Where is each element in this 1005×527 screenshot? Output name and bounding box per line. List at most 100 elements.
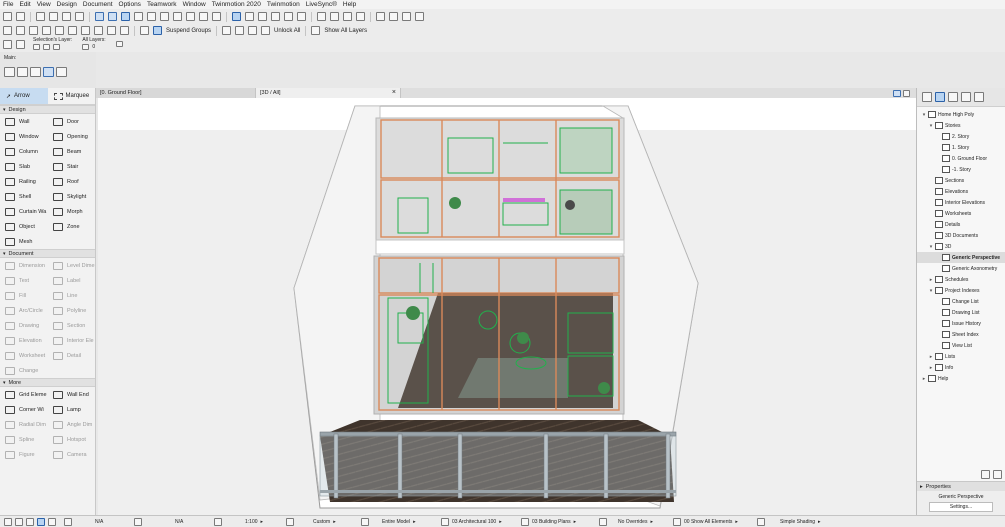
rotated-select-icon[interactable]	[30, 67, 41, 77]
tree-item[interactable]: 3D Documents	[917, 230, 1005, 241]
menu-teamwork[interactable]: Teamwork	[147, 1, 177, 8]
tool-polyline[interactable]: Polyline	[48, 303, 95, 318]
eraser-icon[interactable]	[186, 12, 195, 21]
tool-door[interactable]: Door	[48, 114, 95, 129]
tool-roof[interactable]: Roof	[48, 174, 95, 189]
lock-icon[interactable]	[199, 12, 208, 21]
tree-item[interactable]: 0. Ground Floor	[917, 153, 1005, 164]
tree-item[interactable]: -1. Story	[917, 164, 1005, 175]
tool-line[interactable]: Line	[48, 288, 95, 303]
tool-slab[interactable]: Slab	[0, 159, 48, 174]
tree-item[interactable]: ▸ Lists	[917, 351, 1005, 362]
tree-item[interactable]: Sections	[917, 175, 1005, 186]
tool-mesh[interactable]: Mesh	[0, 234, 48, 249]
ungroup-icon[interactable]	[68, 26, 77, 35]
tool-fill[interactable]: Fill	[0, 288, 48, 303]
tool-corner-wi[interactable]: Corner Wi	[0, 402, 48, 417]
fillet-icon[interactable]	[356, 12, 365, 21]
menu-options[interactable]: Options	[119, 1, 141, 8]
suspend-groups-button[interactable]: Suspend Groups	[166, 28, 211, 34]
tool-zone[interactable]: Zone	[48, 219, 95, 234]
menu-livesync[interactable]: LiveSync®	[306, 1, 337, 8]
show-all-layers-button[interactable]: Show All Layers	[324, 28, 367, 34]
tree-item[interactable]: View List	[917, 340, 1005, 351]
align-icon[interactable]	[29, 26, 38, 35]
tool-wall-end[interactable]: Wall End	[48, 387, 95, 402]
twinmotion-icon[interactable]	[402, 12, 411, 21]
grid-snap-icon[interactable]	[147, 12, 156, 21]
tool-drawing[interactable]: Drawing	[0, 318, 48, 333]
group-select-icon[interactable]	[140, 26, 149, 35]
tool-shell[interactable]: Shell	[0, 189, 48, 204]
tool-railing[interactable]: Railing	[0, 174, 48, 189]
tree-item[interactable]: 2. Story	[917, 131, 1005, 142]
tool-skylight[interactable]: Skylight	[48, 189, 95, 204]
save-icon[interactable]	[62, 12, 71, 21]
renovation-dropdown[interactable]: 00 Show All Elements ▸	[669, 516, 753, 527]
section-icon[interactable]	[245, 12, 254, 21]
send-backward-icon[interactable]	[16, 26, 25, 35]
menu-design[interactable]: Design	[57, 1, 77, 8]
group-icon[interactable]	[55, 26, 64, 35]
tool-label[interactable]: Label	[48, 273, 95, 288]
chevron-down-icon[interactable]: ▾	[928, 123, 934, 129]
distribute-icon[interactable]	[42, 26, 51, 35]
tree-item[interactable]: Drawing List	[917, 307, 1005, 318]
tree-item[interactable]: Issue History	[917, 318, 1005, 329]
tool-worksheet[interactable]: Worksheet	[0, 348, 48, 363]
tree-item[interactable]: Change List	[917, 296, 1005, 307]
tool-text[interactable]: Text	[0, 273, 48, 288]
menu-twinmotion-2020[interactable]: Twinmotion 2020	[212, 1, 261, 8]
tool-spline[interactable]: Spline	[0, 432, 48, 447]
overrides-dropdown[interactable]: No Overrides ▸	[595, 516, 669, 527]
menu-view[interactable]: View	[37, 1, 51, 8]
selection-method-icon[interactable]	[4, 67, 15, 77]
chevron-right-icon[interactable]: ▸	[928, 365, 934, 371]
menu-window[interactable]: Window	[183, 1, 206, 8]
3d-viewport[interactable]	[98, 98, 916, 515]
status-na-1[interactable]: N/A	[60, 516, 130, 527]
tool-beam[interactable]: Beam	[48, 144, 95, 159]
send-receive-icon[interactable]	[389, 12, 398, 21]
chevron-right-icon[interactable]: ▸	[921, 376, 927, 382]
tree-item[interactable]: ▾ Home High Poly	[917, 109, 1005, 120]
tool-change[interactable]: Change	[0, 363, 48, 378]
intersect-icon[interactable]	[343, 12, 352, 21]
all-layers-eye-icon[interactable]	[82, 44, 90, 50]
open-icon[interactable]	[49, 12, 58, 21]
tool-section[interactable]: Section	[48, 318, 95, 333]
snap-icon[interactable]	[134, 12, 143, 21]
arrow-tool[interactable]: ➚ Arrow	[0, 88, 48, 104]
tree-item[interactable]: Generic Axonometry	[917, 263, 1005, 274]
partial-select-icon[interactable]	[43, 67, 54, 77]
3d-window-icon[interactable]	[232, 12, 241, 21]
menu-help[interactable]: Help	[343, 1, 356, 8]
arrow-options-icon[interactable]	[56, 67, 67, 77]
tree-item[interactable]: ▸ Info	[917, 362, 1005, 373]
design-section-header[interactable]: ▾ Design	[0, 105, 95, 114]
layer-icon[interactable]	[212, 12, 221, 21]
layer-color-icon[interactable]	[53, 44, 60, 50]
redo-icon[interactable]	[16, 12, 25, 21]
split-icon[interactable]	[317, 12, 326, 21]
layout-book-icon[interactable]	[961, 92, 971, 102]
tree-item[interactable]: ▾ Project Indexes	[917, 285, 1005, 296]
pen-set-dropdown[interactable]: Custom ▸	[282, 516, 357, 527]
chevron-down-icon[interactable]: ▾	[928, 244, 934, 250]
layer-visibility-icon[interactable]	[33, 44, 40, 50]
tree-item[interactable]: ▸ Help	[917, 373, 1005, 384]
tool-dimension[interactable]: Dimension	[0, 258, 48, 273]
clone-view-icon[interactable]	[981, 470, 990, 479]
layer-refresh-icon[interactable]	[115, 41, 123, 47]
tree-item[interactable]: Details	[917, 219, 1005, 230]
tool-opening[interactable]: Opening	[48, 129, 95, 144]
tool-morph[interactable]: Morph	[48, 204, 95, 219]
tool-stair[interactable]: Stair	[48, 159, 95, 174]
rectangle-select-icon[interactable]	[17, 67, 28, 77]
zoom-out-icon[interactable]	[26, 517, 34, 526]
layer-lock-icon[interactable]	[222, 26, 232, 35]
tool-window[interactable]: Window	[0, 129, 48, 144]
tool-elevation[interactable]: Elevation	[0, 333, 48, 348]
3d-view-icon[interactable]	[893, 89, 901, 97]
pen-icon[interactable]	[160, 12, 169, 21]
